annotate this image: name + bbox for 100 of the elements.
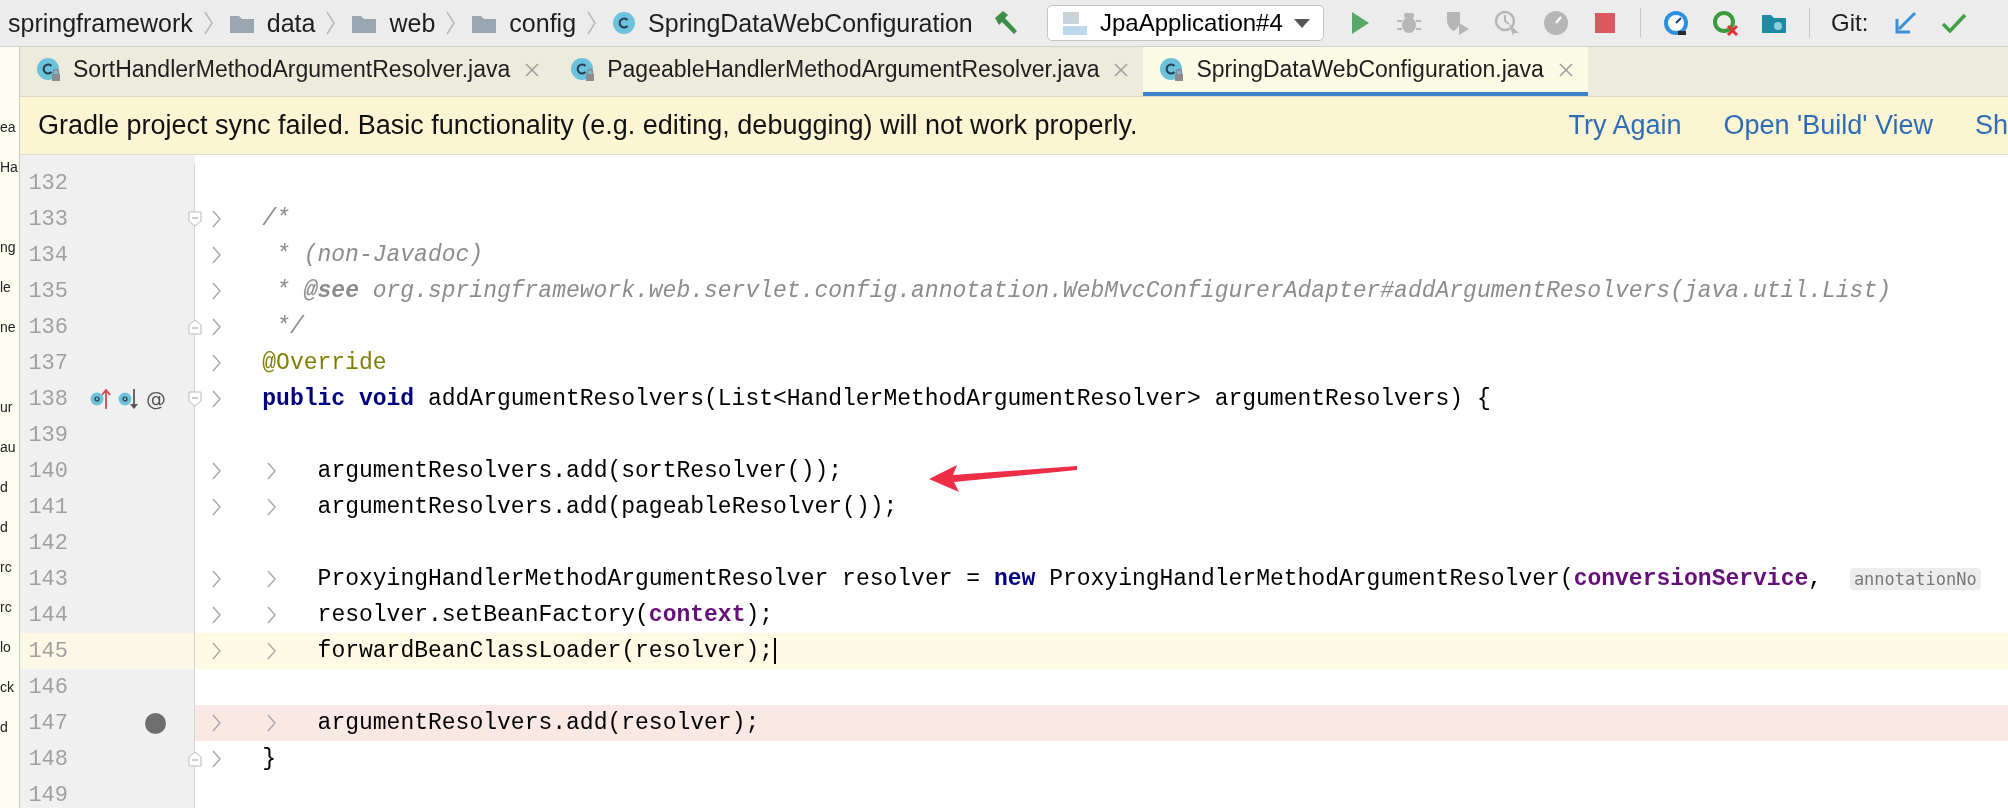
line-number: 137 bbox=[27, 350, 68, 376]
tree-item-text[interactable]: ne bbox=[0, 307, 19, 347]
chevron-icon bbox=[202, 11, 215, 35]
line-number: 144 bbox=[27, 602, 68, 628]
tree-item-text[interactable]: ur bbox=[0, 387, 19, 427]
banner-link[interactable]: Try Again bbox=[1568, 110, 1682, 141]
line-number: 148 bbox=[27, 746, 68, 772]
editor-tab[interactable]: SortHandlerMethodArgumentResolver.java bbox=[20, 47, 555, 96]
tree-item-text[interactable]: lo bbox=[0, 627, 19, 667]
inlay-hint: annotationNo bbox=[1849, 568, 1981, 590]
ring-cross-icon[interactable] bbox=[1711, 9, 1739, 37]
tree-item-text[interactable]: d bbox=[0, 467, 19, 507]
tree-item-text[interactable]: ck bbox=[0, 667, 19, 707]
tree-item-text[interactable]: le bbox=[0, 267, 19, 307]
chevron-icon bbox=[212, 570, 222, 588]
breadcrumb-item[interactable]: SpringDataWebConfiguration bbox=[648, 8, 973, 38]
close-icon[interactable] bbox=[524, 61, 541, 78]
run-config-dropdown[interactable]: JpaApplication#4 bbox=[1047, 5, 1324, 41]
chevron-icon bbox=[212, 462, 222, 480]
fold-marker-icon[interactable] bbox=[188, 319, 202, 335]
class-icon bbox=[612, 11, 637, 35]
chevron-icon bbox=[267, 606, 278, 624]
code-line: * (non-Javadoc) bbox=[275, 242, 484, 268]
speedometer-icon[interactable] bbox=[1662, 9, 1690, 37]
chevron-icon bbox=[267, 570, 278, 588]
breadcrumb-item[interactable]: springframework bbox=[8, 8, 193, 38]
class-icon bbox=[570, 56, 597, 83]
banner-message: Gradle project sync failed. Basic functionality (e.g. editing, debugging) will not work properly. bbox=[38, 110, 1138, 141]
chevron-icon bbox=[212, 498, 222, 516]
line-number: 142 bbox=[27, 530, 68, 556]
chevron-icon bbox=[212, 714, 222, 732]
line-number: 132 bbox=[27, 170, 68, 196]
line-number: 145 bbox=[27, 638, 68, 664]
editor-tab[interactable]: PageableHandlerMethodArgumentResolver.java bbox=[554, 47, 1144, 96]
code-line: ProxyingHandlerMethodArgumentResolver resolver = new ProxyingHandlerMethodArgumentResolver(conversionService, bbox=[317, 566, 1824, 592]
code-line: @Override bbox=[262, 350, 387, 376]
chevron-icon bbox=[445, 11, 458, 35]
line-number: 134 bbox=[27, 242, 68, 268]
line-number: 149 bbox=[27, 782, 68, 808]
chevron-icon bbox=[267, 714, 278, 732]
breakpoint-icon[interactable] bbox=[145, 712, 166, 734]
chevron-icon bbox=[212, 750, 222, 768]
close-icon[interactable] bbox=[1557, 61, 1574, 78]
chevron-icon bbox=[212, 246, 222, 264]
chevron-icon bbox=[212, 318, 222, 336]
code-line: /* bbox=[262, 206, 290, 232]
tree-item-text[interactable]: d bbox=[0, 707, 19, 747]
tree-item-text[interactable]: Ha bbox=[0, 147, 19, 187]
git-label: Git: bbox=[1831, 9, 1869, 37]
fold-marker-icon[interactable] bbox=[188, 391, 202, 407]
code-line: } bbox=[262, 746, 277, 772]
tree-item-text[interactable]: ea bbox=[0, 107, 19, 147]
annotation-marker[interactable]: @ bbox=[146, 387, 166, 411]
chevron-icon bbox=[325, 11, 338, 35]
line-number: 143 bbox=[27, 566, 68, 592]
chevron-icon bbox=[212, 390, 222, 408]
tree-item-text[interactable]: rc bbox=[0, 547, 19, 587]
line-number: 135 bbox=[27, 278, 68, 304]
chevron-icon bbox=[212, 606, 222, 624]
tree-item-text[interactable]: d bbox=[0, 507, 19, 547]
line-number: 138 bbox=[27, 386, 68, 412]
class-icon bbox=[1159, 56, 1186, 83]
caret-icon bbox=[1293, 17, 1311, 29]
breadcrumb-item[interactable]: web bbox=[389, 8, 436, 38]
editor-tab[interactable]: SpringDataWebConfiguration.java bbox=[1143, 47, 1588, 96]
app-icon bbox=[1062, 10, 1088, 36]
line-number: 146 bbox=[27, 674, 68, 700]
fold-marker-icon[interactable] bbox=[188, 751, 202, 767]
tree-item-text[interactable]: ng bbox=[0, 227, 19, 267]
line-number: 147 bbox=[27, 710, 68, 736]
code-line: * @see org.springframework.web.servlet.config.annotation.WebMvcConfigurerAdapter#addArgumentResolvers(java.util.List) bbox=[275, 278, 1891, 304]
banner-link[interactable]: Sh bbox=[1974, 110, 2008, 141]
code-line: */ bbox=[275, 314, 304, 340]
class-icon bbox=[36, 56, 62, 83]
chevron-icon bbox=[267, 462, 278, 480]
banner-link[interactable]: Open 'Build' View bbox=[1723, 110, 1933, 141]
chevron-icon bbox=[586, 11, 599, 35]
overriding-marker-icon[interactable] bbox=[90, 387, 112, 411]
line-number: 136 bbox=[27, 314, 68, 340]
chevron-icon bbox=[212, 210, 222, 228]
line-number: 141 bbox=[27, 494, 68, 520]
line-number: 140 bbox=[27, 458, 68, 484]
code-line: argumentResolvers.add(pageableResolver()); bbox=[317, 494, 898, 520]
code-line: forwardBeanClassLoader(resolver); bbox=[317, 638, 774, 664]
breadcrumb-item[interactable]: data bbox=[266, 8, 316, 38]
line-number: 139 bbox=[27, 422, 68, 448]
code-line: argumentResolvers.add(resolver); bbox=[317, 710, 760, 736]
implemented-marker-icon[interactable] bbox=[118, 387, 140, 411]
chevron-icon bbox=[267, 498, 278, 516]
chevron-icon bbox=[267, 642, 278, 660]
breadcrumb-item[interactable]: config bbox=[509, 8, 577, 38]
code-line: argumentResolvers.add(sortResolver()); bbox=[317, 458, 843, 484]
code-line: resolver.setBeanFactory(context); bbox=[317, 602, 774, 628]
chevron-icon bbox=[212, 354, 222, 372]
tree-item-text[interactable]: au bbox=[0, 427, 19, 467]
line-number: 133 bbox=[27, 206, 68, 232]
close-icon[interactable] bbox=[1113, 61, 1130, 78]
code-line: public void addArgumentResolvers(List<HandlerMethodArgumentResolver> argumentResolvers) { bbox=[262, 386, 1491, 412]
tree-item-text[interactable]: rc bbox=[0, 587, 19, 627]
fold-marker-icon[interactable] bbox=[188, 211, 202, 227]
